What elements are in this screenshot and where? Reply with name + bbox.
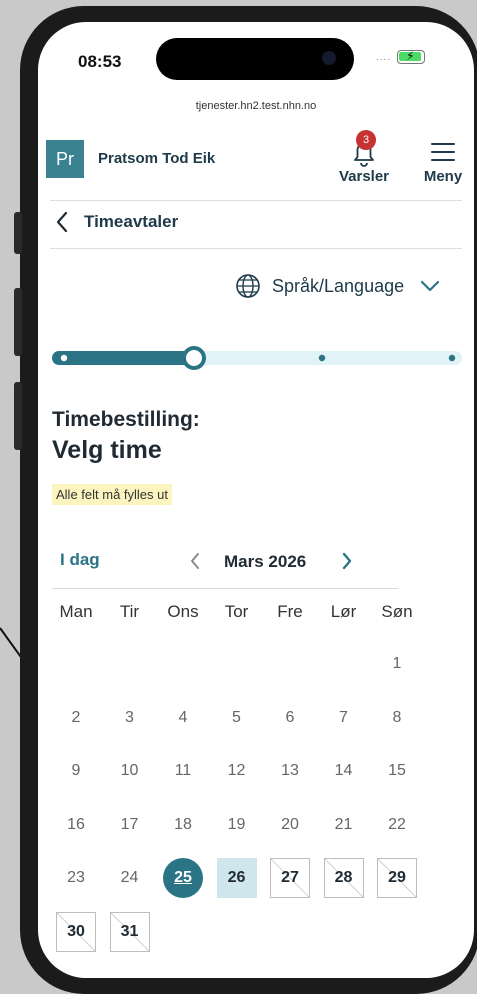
calendar-day-19: 19 (227, 815, 246, 833)
calendar-day-21: 21 (334, 815, 353, 833)
calendar-day-25[interactable]: 25 (163, 858, 203, 898)
battery-icon: ⚡ (397, 49, 426, 64)
calendar-day-8: 8 (392, 708, 402, 726)
weekday-header: Ons (167, 602, 199, 621)
weekday-header: Tor (224, 602, 249, 621)
next-month-button[interactable] (340, 550, 354, 578)
camera-icon (322, 51, 336, 65)
weekday-header: Søn (381, 602, 413, 621)
calendar-navigation: I dag Mars 2026 (52, 548, 462, 578)
weekday-header: Tir (119, 602, 140, 621)
calendar-day-12: 12 (227, 762, 246, 779)
calendar-day-27[interactable]: 27 (270, 858, 310, 898)
org-name[interactable]: Pratsom Tod Eik (98, 150, 215, 167)
progress-fill (52, 351, 194, 365)
calendar-divider (52, 588, 398, 589)
calendar-day-7: 7 (339, 708, 348, 726)
calendar-day-22: 22 (388, 815, 406, 833)
required-fields-note: Alle felt må fylles ut (52, 484, 172, 505)
weekday-header: Lør (330, 602, 357, 621)
month-label: Mars 2026 (224, 552, 307, 571)
calendar-day-15: 15 (388, 762, 406, 779)
browser-url[interactable]: tjenester.hn2.test.nhn.no (38, 100, 474, 112)
calendar-day-17: 17 (120, 815, 139, 833)
calendar-day-4: 4 (178, 708, 188, 726)
calendar-day-11: 11 (174, 762, 192, 779)
step-dot-4 (448, 354, 456, 362)
status-icons: .... ⚡ (376, 49, 426, 64)
calendar-day-28[interactable]: 28 (323, 858, 364, 898)
calendar-day-30[interactable]: 30 (56, 911, 96, 952)
step-progress (52, 346, 462, 370)
form-subtitle: Velg time (52, 436, 162, 464)
calendar-day-9: 9 (71, 762, 81, 779)
notification-count-badge: 3 (356, 130, 376, 150)
calendar-day-26[interactable]: 26 (216, 858, 257, 898)
calendar-day-18: 18 (174, 815, 192, 833)
calendar-day-5: 5 (232, 708, 241, 726)
menu-label: Meny (423, 168, 463, 185)
calendar-day-23: 23 (67, 869, 85, 886)
chevron-left-icon (191, 553, 199, 569)
language-selector[interactable]: Språk/Language (234, 272, 442, 300)
status-time: 08:53 (78, 52, 122, 71)
dynamic-island (156, 38, 354, 80)
calendar-day-2: 2 (71, 708, 81, 726)
back-link[interactable]: Timeavtaler (54, 204, 178, 240)
chevron-down-icon (421, 280, 440, 292)
back-link-label: Timeavtaler (84, 212, 179, 231)
calendar-day-16: 16 (67, 815, 85, 833)
step-dot-2-current (182, 346, 206, 370)
site-header: Pr Pratsom Tod Eik 3 Varsler Meny (38, 130, 474, 200)
calendar-day-29[interactable]: 29 (377, 858, 417, 898)
hamburger-icon (431, 143, 455, 161)
today-button[interactable]: I dag (60, 550, 100, 570)
notifications-label: Varsler (338, 168, 390, 185)
calendar-day-3: 3 (125, 708, 134, 726)
nav-divider (50, 248, 462, 249)
calendar-day-13: 13 (281, 762, 299, 779)
globe-icon (236, 274, 260, 298)
phone-side-button (14, 382, 22, 450)
calendar-day-14: 14 (334, 762, 353, 779)
calendar-day-31[interactable]: 31 (109, 911, 150, 952)
phone-side-button (14, 288, 22, 356)
weekday-header: Man (59, 602, 93, 621)
chevron-left-icon (56, 211, 68, 233)
calendar-day-20: 20 (281, 815, 299, 833)
weekday-header: Fre (277, 602, 303, 621)
calendar-day-24: 24 (120, 869, 139, 886)
language-label: Språk/Language (272, 275, 405, 296)
chevron-right-icon (342, 552, 352, 570)
form-title: Timebestilling: (52, 408, 200, 431)
phone-screen: 08:53 .... ⚡ tjenester.hn2.test.nhn.no P… (38, 22, 474, 978)
prev-month-button[interactable] (188, 550, 202, 578)
step-dot-3 (318, 354, 326, 362)
signal-dots: .... (376, 51, 392, 63)
calendar-day-6: 6 (285, 708, 295, 726)
calendar-day-1: 1 (392, 655, 402, 672)
calendar-day-10: 10 (120, 762, 139, 779)
header-divider (50, 200, 462, 201)
step-dot-1 (60, 354, 68, 362)
phone-side-button (14, 212, 22, 254)
org-logo[interactable]: Pr (46, 140, 84, 178)
